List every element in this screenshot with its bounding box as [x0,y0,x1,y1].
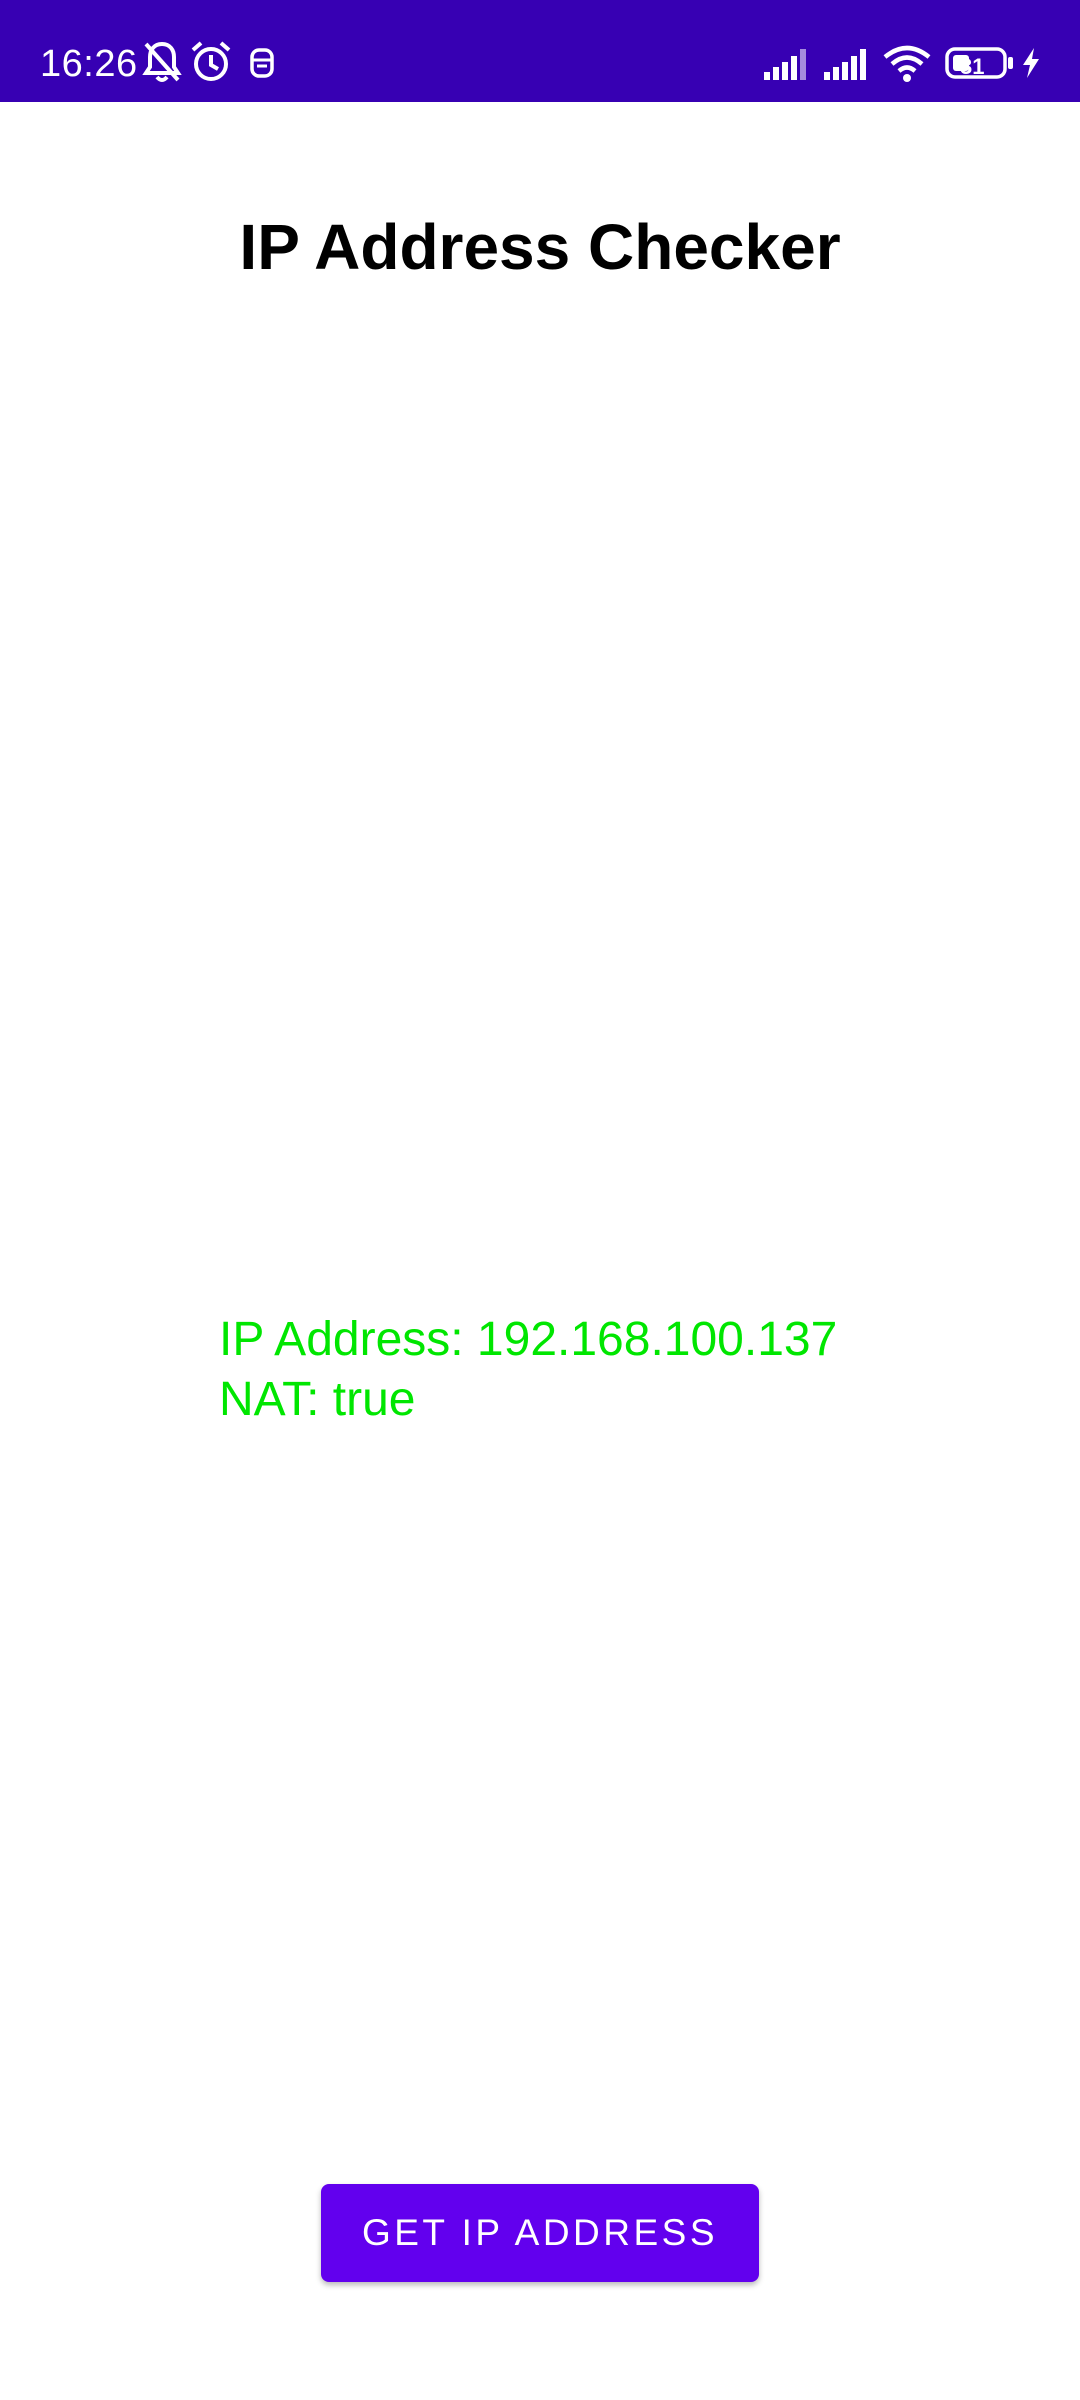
battery-level: 31 [960,54,985,79]
status-bar: 16:26 31 [0,0,1080,102]
alarm-icon [190,40,232,90]
charging-icon [1020,46,1042,96]
result-text: IP Address: 192.168.100.137 NAT: true [219,1310,837,1430]
wifi-icon [882,44,932,94]
nat-status-value: NAT: true [219,1373,416,1426]
ip-address-value: IP Address: 192.168.100.137 [219,1313,838,1366]
cell-signal-icon [762,46,812,96]
get-ip-address-button[interactable]: GET IP ADDRESS [321,2184,759,2282]
notifications-off-icon [142,40,182,90]
cell-signal-icon [822,46,872,96]
app-notification-icon [248,46,276,96]
app-screen: 16:26 31 IP Address Checker IP Address: … [0,0,1080,2400]
status-time: 16:26 [40,43,138,85]
page-title: IP Address Checker [239,211,841,283]
